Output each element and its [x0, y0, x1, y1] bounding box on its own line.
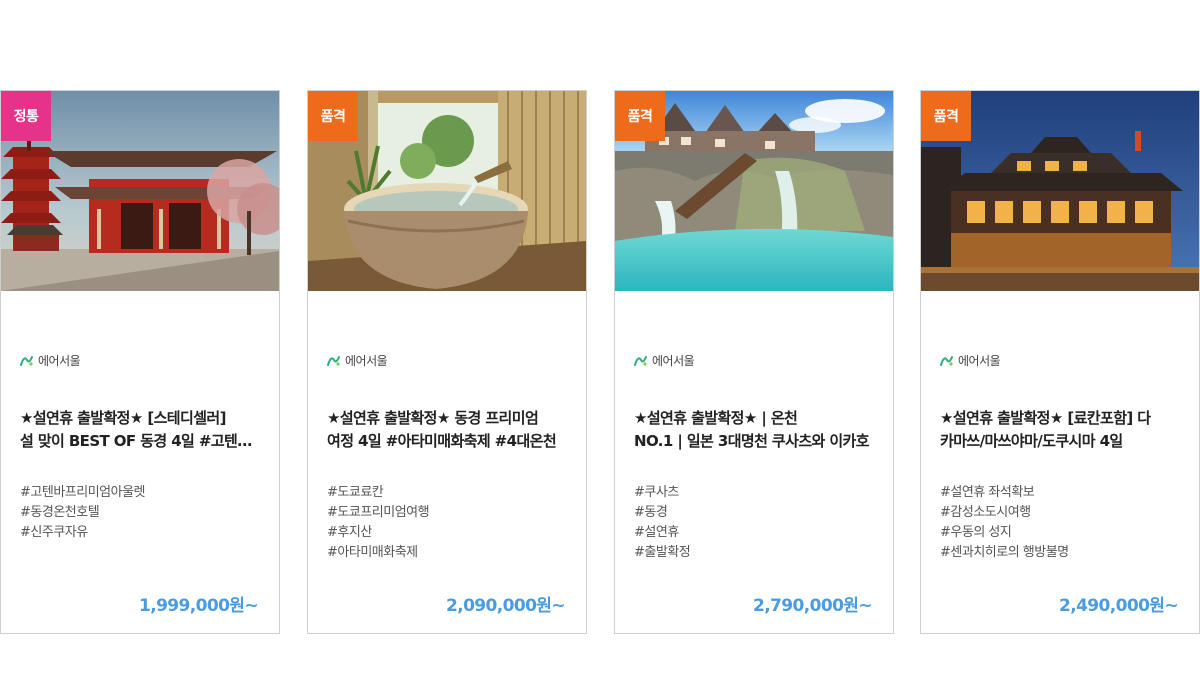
hashtag: #우동의 성지: [940, 525, 1012, 540]
product-card[interactable]: 정통 에어서울 ★설연휴 출발확정★ [스테디셀러] 설 맞이 BEST OF …: [0, 90, 280, 634]
hashtag: #쿠사츠: [634, 485, 679, 500]
product-title-line: NO.1 | 일본 3대명천 쿠사츠와 이카호: [634, 432, 870, 450]
hashtag: #도쿄프리미엄여행: [327, 505, 430, 520]
category-badge: 품격: [615, 91, 665, 141]
airline-name: 에어서울: [652, 353, 695, 368]
product-title-line: ★설연휴 출발확정★ [스테디셀러]: [20, 409, 226, 427]
product-price: 2,090,000원~: [445, 596, 566, 616]
category-badge: 정통: [1, 91, 51, 141]
product-title-line: 카마쓰/마쓰야마/도쿠시마 4일: [940, 432, 1123, 450]
product-card[interactable]: 품격 에어서울 ★설연휴 출발확정★ 동경 프리미엄 여정 4일 #아타미매화축…: [307, 90, 587, 634]
product-price: 1,999,000원~: [138, 596, 259, 616]
product-price: 2,790,000원~: [752, 596, 873, 616]
hashtag: #설연휴: [634, 525, 679, 540]
hashtag: #센과치히로의 행방불명: [940, 545, 1069, 560]
product-title-line: ★설연휴 출발확정★ | 온천: [634, 409, 798, 427]
product-card[interactable]: 품격 에어서울 ★설연휴 출발확정★ [료칸포함] 다 카마쓰/마쓰야마/도쿠시…: [920, 90, 1200, 634]
hashtag: #고텐바프리미엄아울렛: [20, 485, 146, 500]
airline-name: 에어서울: [958, 353, 1001, 368]
product-title-line: 설 맞이 BEST OF 동경 4일 #고텐바프리미엄아울렛: [20, 432, 260, 450]
airseoul-logo-icon: [327, 354, 341, 366]
airseoul-logo-icon: [940, 354, 954, 366]
hashtag-list: #설연휴 좌석확보 #감성소도시여행 #우동의 성지 #센과치히로의 행방불명: [940, 483, 1180, 563]
hashtag: #설연휴 좌석확보: [940, 485, 1035, 500]
product-title[interactable]: ★설연휴 출발확정★ | 온천 NO.1 | 일본 3대명천 쿠사츠와 이카호: [634, 407, 874, 453]
product-card-list: 정통 에어서울 ★설연휴 출발확정★ [스테디셀러] 설 맞이 BEST OF …: [0, 90, 1200, 634]
product-title-line: ★설연휴 출발확정★ [료칸포함] 다: [940, 409, 1151, 427]
product-title-line: 여정 4일 #아타미매화축제 #4대온천: [327, 432, 557, 450]
hashtag-list: #고텐바프리미엄아울렛 #동경온천호텔 #신주쿠자유: [20, 483, 260, 543]
airseoul-logo-icon: [634, 354, 648, 366]
airline: 에어서울: [327, 353, 388, 368]
product-title-line: ★설연휴 출발확정★ 동경 프리미엄: [327, 409, 539, 427]
product-image[interactable]: 정통: [1, 91, 279, 291]
airline: 에어서울: [940, 353, 1001, 368]
product-title[interactable]: ★설연휴 출발확정★ [료칸포함] 다 카마쓰/마쓰야마/도쿠시마 4일: [940, 407, 1180, 453]
airline: 에어서울: [634, 353, 695, 368]
hashtag: #도쿄료칸: [327, 485, 384, 500]
hashtag: #후지산: [327, 525, 372, 540]
airline-name: 에어서울: [38, 353, 81, 368]
product-title[interactable]: ★설연휴 출발확정★ [스테디셀러] 설 맞이 BEST OF 동경 4일 #고…: [20, 407, 260, 453]
hashtag: #아타미매화축제: [327, 545, 418, 560]
product-title[interactable]: ★설연휴 출발확정★ 동경 프리미엄 여정 4일 #아타미매화축제 #4대온천: [327, 407, 567, 453]
product-price: 2,490,000원~: [1058, 596, 1179, 616]
product-image[interactable]: 품격: [921, 91, 1199, 291]
hashtag-list: #도쿄료칸 #도쿄프리미엄여행 #후지산 #아타미매화축제: [327, 483, 567, 563]
hashtag: #감성소도시여행: [940, 505, 1031, 520]
product-card[interactable]: 품격 에어서울 ★설연휴 출발확정★ | 온천 NO.1 | 일본 3대명천 쿠…: [614, 90, 894, 634]
hashtag-list: #쿠사츠 #동경 #설연휴 #출발확정: [634, 483, 874, 563]
airline-name: 에어서울: [345, 353, 388, 368]
category-badge: 품격: [308, 91, 358, 141]
hashtag: #신주쿠자유: [20, 525, 88, 540]
product-image[interactable]: 품격: [615, 91, 893, 291]
category-badge: 품격: [921, 91, 971, 141]
airline: 에어서울: [20, 353, 81, 368]
hashtag: #동경온천호텔: [20, 505, 100, 520]
hashtag: #출발확정: [634, 545, 691, 560]
hashtag: #동경: [634, 505, 668, 520]
product-image[interactable]: 품격: [308, 91, 586, 291]
airseoul-logo-icon: [20, 354, 34, 366]
